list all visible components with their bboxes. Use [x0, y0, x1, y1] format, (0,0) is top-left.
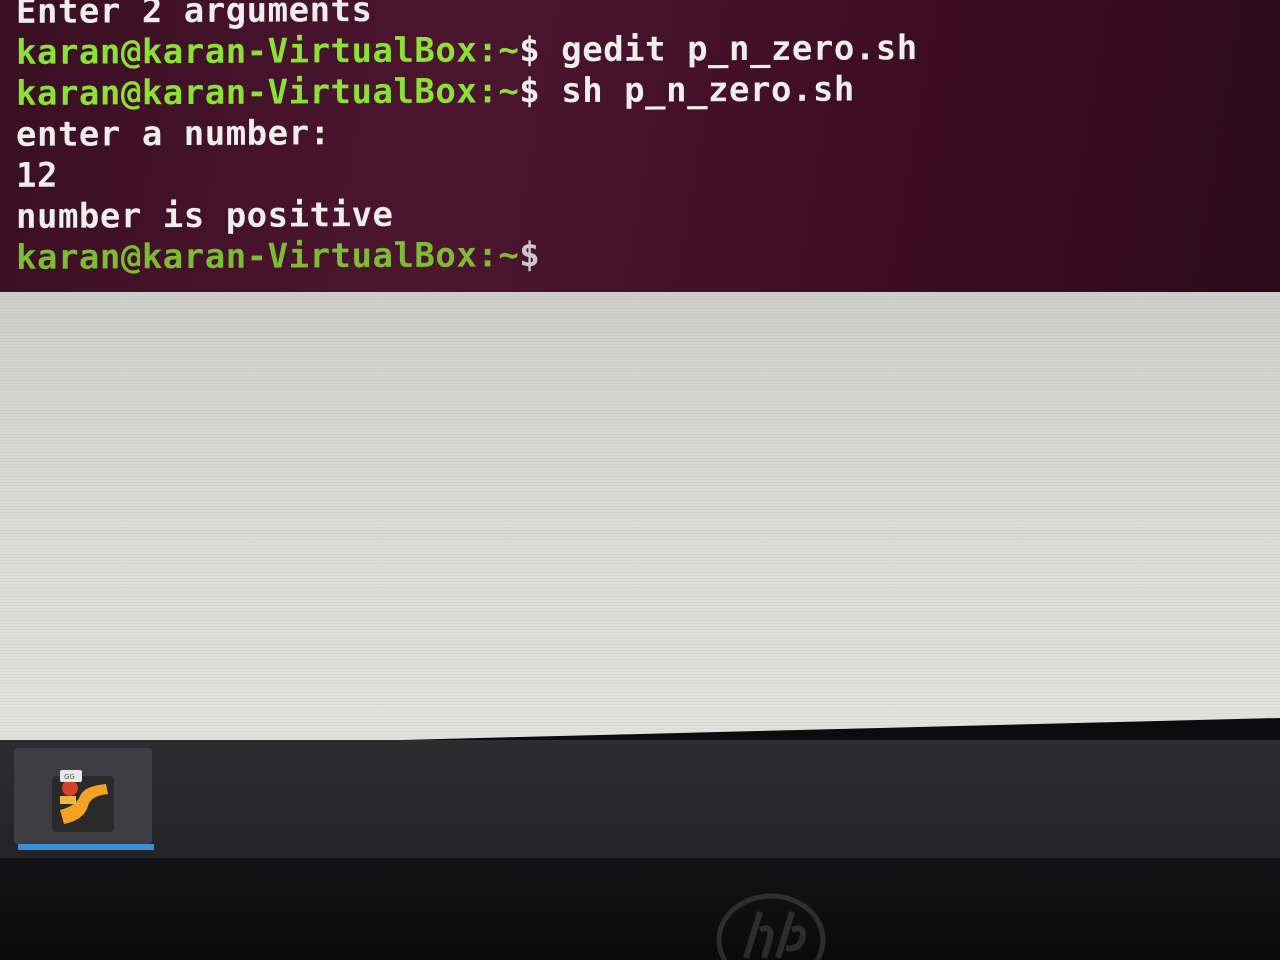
prompt-user-host: karan@karan-VirtualBox [16, 235, 478, 278]
terminal-line[interactable]: karan@karan-VirtualBox:~$ [16, 233, 918, 279]
prompt-path: :~ [477, 30, 520, 71]
prompt-symbol: $ [519, 71, 541, 112]
dock: GG [0, 740, 1280, 860]
svg-text:GG: GG [64, 773, 75, 781]
desktop-background [0, 292, 1280, 750]
app-launcher-icon: GG [52, 770, 114, 832]
terminal-window[interactable]: Enter 2 arguments karan@karan-VirtualBox… [0, 0, 1280, 298]
prompt-path: :~ [477, 235, 520, 276]
terminal-output: Enter 2 arguments karan@karan-VirtualBox… [16, 0, 918, 279]
dock-active-indicator [18, 844, 154, 850]
screen: Enter 2 arguments karan@karan-VirtualBox… [0, 0, 1280, 960]
prompt-path: :~ [477, 71, 520, 112]
terminal-line: number is positive [16, 194, 394, 237]
prompt-symbol: $ [519, 30, 541, 71]
terminal-line: karan@karan-VirtualBox:~$ sh p_n_zero.sh [16, 69, 918, 115]
prompt-user-host: karan@karan-VirtualBox [16, 30, 478, 73]
terminal-line: karan@karan-VirtualBox:~$ gedit p_n_zero… [16, 28, 918, 74]
terminal-command: gedit p_n_zero.sh [540, 28, 918, 71]
prompt-symbol: $ [519, 235, 541, 276]
monitor-bezel [0, 858, 1280, 960]
hp-logo [716, 893, 826, 960]
dock-item-app[interactable]: GG [14, 748, 152, 844]
prompt-user-host: karan@karan-VirtualBox [16, 71, 478, 114]
terminal-command: sh p_n_zero.sh [540, 69, 855, 112]
terminal-line: enter a number: [16, 113, 331, 155]
terminal-line: 12 [16, 155, 58, 196]
